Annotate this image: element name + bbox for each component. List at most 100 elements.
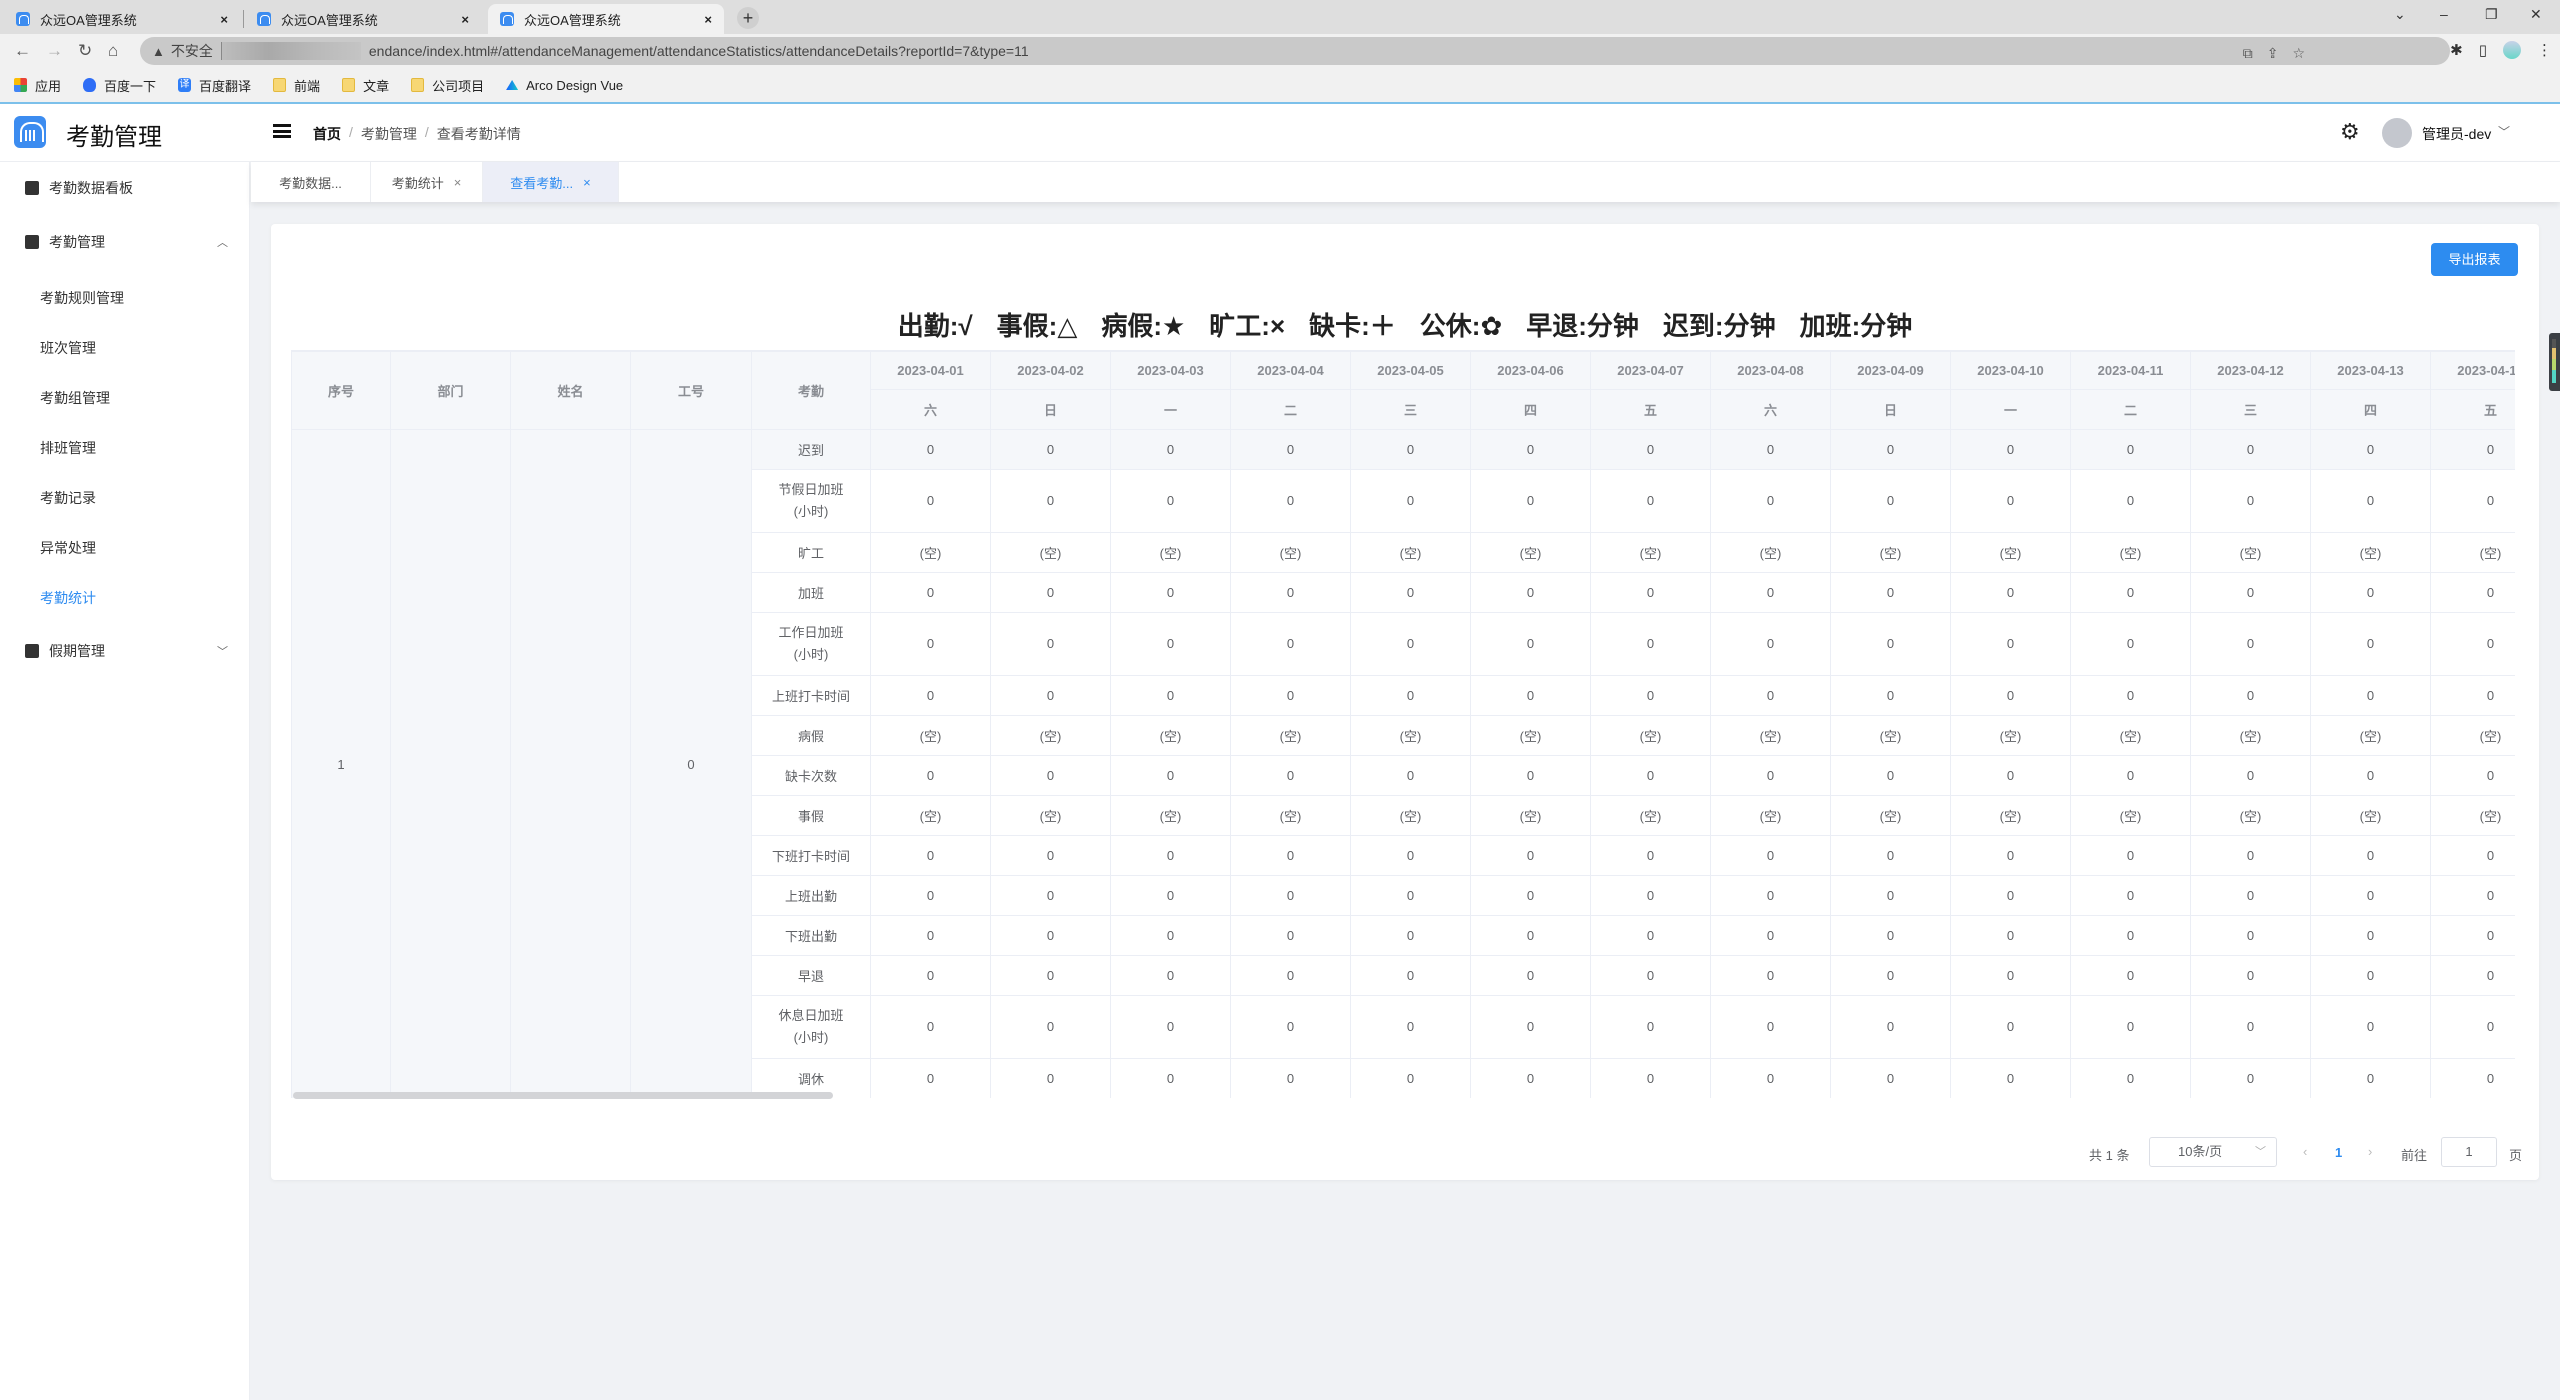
close-tab-icon[interactable]: × <box>704 12 712 27</box>
browser-tab[interactable]: 众远OA管理系统 × <box>245 4 481 34</box>
back-icon[interactable]: ← <box>14 41 31 61</box>
prev-page-icon[interactable]: ‹ <box>2303 1144 2307 1159</box>
apps-grid-icon <box>14 78 27 92</box>
close-window-icon[interactable]: ✕ <box>2530 6 2542 23</box>
table-cell: 0 <box>1950 429 2071 470</box>
chevron-down-icon: ﹀ <box>2255 1146 2266 1158</box>
weekday-header: 二 <box>2070 389 2191 430</box>
close-icon[interactable]: × <box>454 175 462 190</box>
address-bar[interactable]: ▲ 不安全 endance/index.html#/attendanceMana… <box>140 37 2450 65</box>
table-cell: 0 <box>1590 1058 1711 1098</box>
employee-employee-no: 0 <box>630 429 752 1098</box>
sidebar-item-statistics[interactable]: 考勤统计 <box>0 575 250 621</box>
table-cell: 0 <box>2070 995 2191 1059</box>
close-tab-icon[interactable]: × <box>220 12 228 27</box>
bookmark-baidu[interactable]: 百度一下 <box>83 76 156 95</box>
export-report-button[interactable]: 导出报表 <box>2431 243 2518 276</box>
table-cell: 0 <box>2190 955 2311 996</box>
legend-item: 加班:分钟 <box>1799 311 1913 341</box>
sidebar-item-groups[interactable]: 考勤组管理 <box>0 375 250 421</box>
chevron-down-icon[interactable]: ﹀ <box>2498 123 2510 140</box>
table-cell: 0 <box>1230 955 1351 996</box>
table-cell: 0 <box>1950 995 2071 1059</box>
bookmark-folder[interactable]: 前端 <box>273 76 320 95</box>
table-cell: (空) <box>1110 715 1231 756</box>
table-cell: 0 <box>2310 1058 2431 1098</box>
close-tab-icon[interactable]: × <box>461 12 469 27</box>
bookmark-apps[interactable]: 应用 <box>14 76 61 95</box>
table-cell: 0 <box>1230 835 1351 876</box>
menu-toggle-icon[interactable] <box>273 124 291 138</box>
sidebar-item-label: 异常处理 <box>40 540 96 556</box>
minimize-icon[interactable]: – <box>2440 6 2448 22</box>
app-header: 考勤管理 首页 / 考勤管理 / 查看考勤详情 ⚙ 管理员-dev ﹀ <box>0 104 2560 162</box>
bookmark-arco[interactable]: Arco Design Vue <box>506 78 623 93</box>
browser-tab[interactable]: 众远OA管理系统 × <box>4 4 240 34</box>
breadcrumb-home[interactable]: 首页 <box>313 124 341 144</box>
tab-search-icon[interactable]: ⌄ <box>2394 6 2406 23</box>
attendance-type-label: 旷工 <box>751 532 871 573</box>
user-avatar[interactable] <box>2382 118 2412 148</box>
floating-meter-widget[interactable] <box>2549 333 2560 391</box>
table-cell: 0 <box>1830 429 1951 470</box>
settings-gear-icon[interactable]: ⚙ <box>2340 121 2360 143</box>
bookmark-fanyi[interactable]: 译百度翻译 <box>178 76 251 95</box>
table-cell: 0 <box>1350 835 1471 876</box>
translate-icon[interactable]: ⧉ <box>2243 45 2253 62</box>
table-cell: 0 <box>1230 1058 1351 1098</box>
table-cell: 0 <box>2430 572 2515 613</box>
table-cell: 0 <box>2310 995 2431 1059</box>
table-cell: 0 <box>1350 875 1471 916</box>
sidebar-item-attendance[interactable]: 考勤管理 ︿ <box>0 219 250 265</box>
goto-page-input[interactable]: 1 <box>2441 1137 2497 1167</box>
bookmark-label: 百度翻译 <box>199 78 252 94</box>
table-cell: (空) <box>2430 715 2515 756</box>
tab-dashboard[interactable]: 考勤数据... <box>251 162 371 202</box>
weekday-header: 三 <box>1350 389 1471 430</box>
page-number-current[interactable]: 1 <box>2335 1145 2342 1160</box>
sidebar-item-rules[interactable]: 考勤规则管理 <box>0 275 250 321</box>
bookmark-folder[interactable]: 公司项目 <box>411 76 484 95</box>
browser-tab-active[interactable]: 众远OA管理系统 × <box>488 4 724 34</box>
table-cell: 0 <box>1830 612 1951 676</box>
share-icon[interactable]: ⇪ <box>2267 45 2279 62</box>
page-size-select[interactable]: 10条/页 ﹀ <box>2149 1137 2277 1167</box>
reload-icon[interactable]: ↻ <box>78 41 92 61</box>
bookmark-star-icon[interactable]: ☆ <box>2292 45 2305 62</box>
restore-icon[interactable]: ❐ <box>2485 6 2498 23</box>
side-panel-icon[interactable]: ▯ <box>2479 41 2487 59</box>
table-cell: 0 <box>990 675 1111 716</box>
menu-kebab-icon[interactable]: ⋮ <box>2537 41 2552 59</box>
sidebar: 考勤数据看板 考勤管理 ︿ 考勤规则管理 班次管理 考勤组管理 排班管理 考勤记… <box>0 162 250 1400</box>
sidebar-item-label: 考勤组管理 <box>40 390 110 406</box>
sidebar-item-records[interactable]: 考勤记录 <box>0 475 250 521</box>
table-cell: (空) <box>990 715 1111 756</box>
horizontal-scrollbar[interactable] <box>293 1092 833 1099</box>
new-tab-button[interactable]: + <box>737 7 759 29</box>
extensions-icon[interactable]: ✱ <box>2450 41 2463 59</box>
sidebar-item-exceptions[interactable]: 异常处理 <box>0 525 250 571</box>
sidebar-item-dashboard[interactable]: 考勤数据看板 <box>0 165 250 211</box>
table-cell: 0 <box>2310 835 2431 876</box>
sidebar-item-scheduling[interactable]: 排班管理 <box>0 425 250 471</box>
forward-icon[interactable]: → <box>46 41 63 61</box>
date-header: 2023-04-03 <box>1110 351 1231 390</box>
close-icon[interactable]: × <box>583 175 591 190</box>
next-page-icon[interactable]: › <box>2368 1144 2372 1159</box>
home-icon[interactable]: ⌂ <box>108 41 118 61</box>
sidebar-item-holidays[interactable]: 假期管理 ﹀ <box>0 628 250 674</box>
sidebar-item-shifts[interactable]: 班次管理 <box>0 325 250 371</box>
tab-statistics[interactable]: 考勤统计 × <box>371 162 483 202</box>
table-cell: 0 <box>2190 572 2311 613</box>
table-cell: 0 <box>2310 955 2431 996</box>
breadcrumb-item[interactable]: 考勤管理 <box>361 124 417 144</box>
attendance-table: 序号 部门 姓名 工号 考勤 2023-04-01 2023-04-02 2023-04-03… <box>291 350 2515 1098</box>
url-text: endance/index.html#/attendanceManagement… <box>368 43 1029 59</box>
bookmark-folder[interactable]: 文章 <box>342 76 389 95</box>
profile-avatar[interactable] <box>2503 41 2521 59</box>
user-name[interactable]: 管理员-dev <box>2422 124 2491 144</box>
attendance-type-label: 工作日加班 (小时) <box>751 612 871 676</box>
tab-details[interactable]: 查看考勤... × <box>483 162 619 202</box>
table-cell: (空) <box>1710 532 1831 573</box>
table-cell: (空) <box>1230 715 1351 756</box>
